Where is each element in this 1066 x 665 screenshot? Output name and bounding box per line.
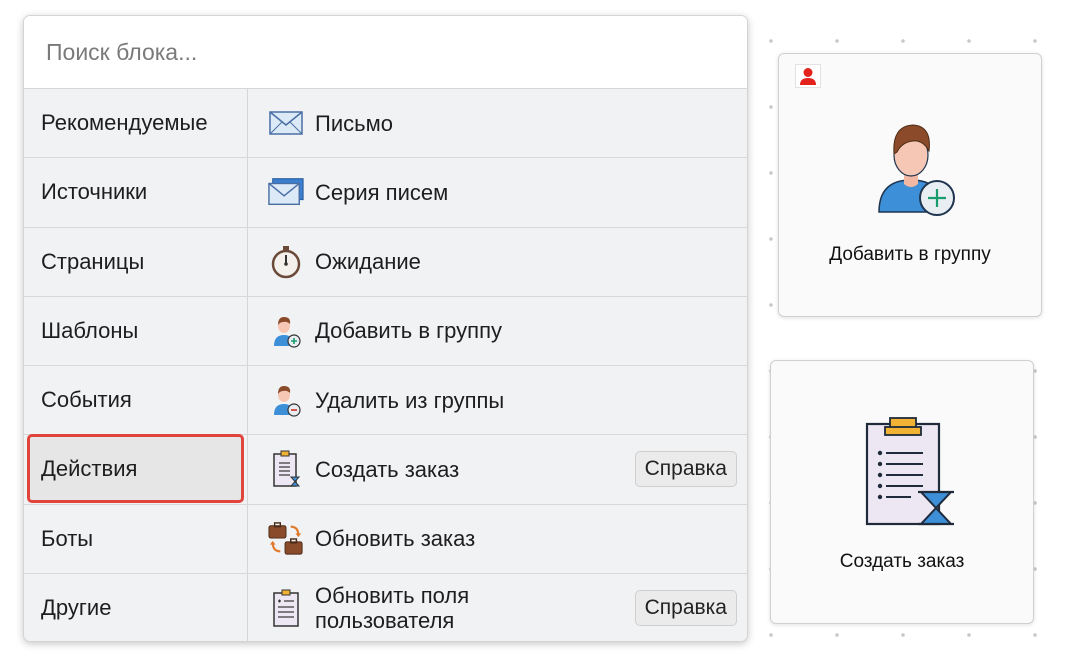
clipboard-hourglass-icon xyxy=(863,415,955,532)
category-label: Действия xyxy=(41,456,138,482)
block-list: Письмо Серия писем Ожидание Добавить в г… xyxy=(248,89,747,641)
user-badge-icon xyxy=(795,64,821,88)
briefcase-sync-icon xyxy=(268,521,304,557)
user-add-icon xyxy=(268,313,304,349)
category-pages[interactable]: Страницы xyxy=(24,228,247,297)
category-label: Рекомендуемые xyxy=(41,110,208,136)
category-label: Страницы xyxy=(41,248,145,274)
category-bots[interactable]: Боты xyxy=(24,505,247,574)
category-events[interactable]: События xyxy=(24,366,247,436)
category-templates[interactable]: Шаблоны xyxy=(24,297,247,366)
block-item-wait[interactable]: Ожидание xyxy=(248,228,747,297)
category-other[interactable]: Другие xyxy=(24,574,247,641)
block-item-create-order[interactable]: Создать заказ Справка xyxy=(248,435,747,505)
category-recommended[interactable]: Рекомендуемые xyxy=(24,89,247,159)
block-label-line2: пользователя xyxy=(315,608,455,634)
block-item-letter-series[interactable]: Серия писем xyxy=(248,158,747,228)
search-bar xyxy=(24,16,747,89)
block-item-remove-from-group[interactable]: Удалить из группы xyxy=(248,366,747,436)
block-item-update-order[interactable]: Обновить заказ xyxy=(248,505,747,574)
canvas-card-create-order[interactable]: Создать заказ xyxy=(770,360,1034,624)
category-label: Другие xyxy=(41,595,112,621)
user-add-icon xyxy=(873,118,957,225)
block-label-multiline: Обновить поля пользователя xyxy=(315,583,469,633)
card-label: Добавить в группу xyxy=(829,244,991,265)
block-label: Письмо xyxy=(315,110,393,136)
block-label-line1: Обновить поля xyxy=(315,583,470,609)
clipboard-fields-icon xyxy=(268,589,304,628)
category-label: Боты xyxy=(41,525,94,551)
category-sources[interactable]: Источники xyxy=(24,158,247,228)
block-label: Обновить заказ xyxy=(315,526,476,552)
block-item-update-user-fields[interactable]: Обновить поля пользователя Справка xyxy=(248,574,747,641)
category-actions[interactable]: Действия xyxy=(24,434,247,505)
block-label: Ожидание xyxy=(315,249,421,275)
block-picker-panel: Рекомендуемые Источники Страницы Шаблоны… xyxy=(23,15,748,642)
category-label: Шаблоны xyxy=(41,317,139,343)
stopwatch-icon xyxy=(268,244,304,280)
category-list: Рекомендуемые Источники Страницы Шаблоны… xyxy=(24,89,248,641)
card-label: Создать заказ xyxy=(839,551,965,572)
clipboard-hourglass-icon xyxy=(268,450,304,488)
help-button[interactable]: Справка xyxy=(634,589,737,626)
category-label: События xyxy=(41,387,132,413)
help-button[interactable]: Справка xyxy=(634,451,737,488)
envelope-series-icon xyxy=(268,174,304,210)
block-item-letter[interactable]: Письмо xyxy=(248,89,747,159)
block-label: Создать заказ xyxy=(315,456,460,482)
user-remove-icon xyxy=(268,382,304,418)
block-item-add-to-group[interactable]: Добавить в группу xyxy=(248,297,747,366)
block-label: Удалить из группы xyxy=(315,387,505,413)
category-label: Источники xyxy=(41,179,148,205)
block-label: Серия писем xyxy=(315,179,449,205)
search-input[interactable] xyxy=(44,37,688,67)
envelope-icon xyxy=(268,105,304,141)
canvas-card-add-to-group[interactable]: Добавить в группу xyxy=(778,53,1042,317)
block-label: Добавить в группу xyxy=(315,318,502,344)
